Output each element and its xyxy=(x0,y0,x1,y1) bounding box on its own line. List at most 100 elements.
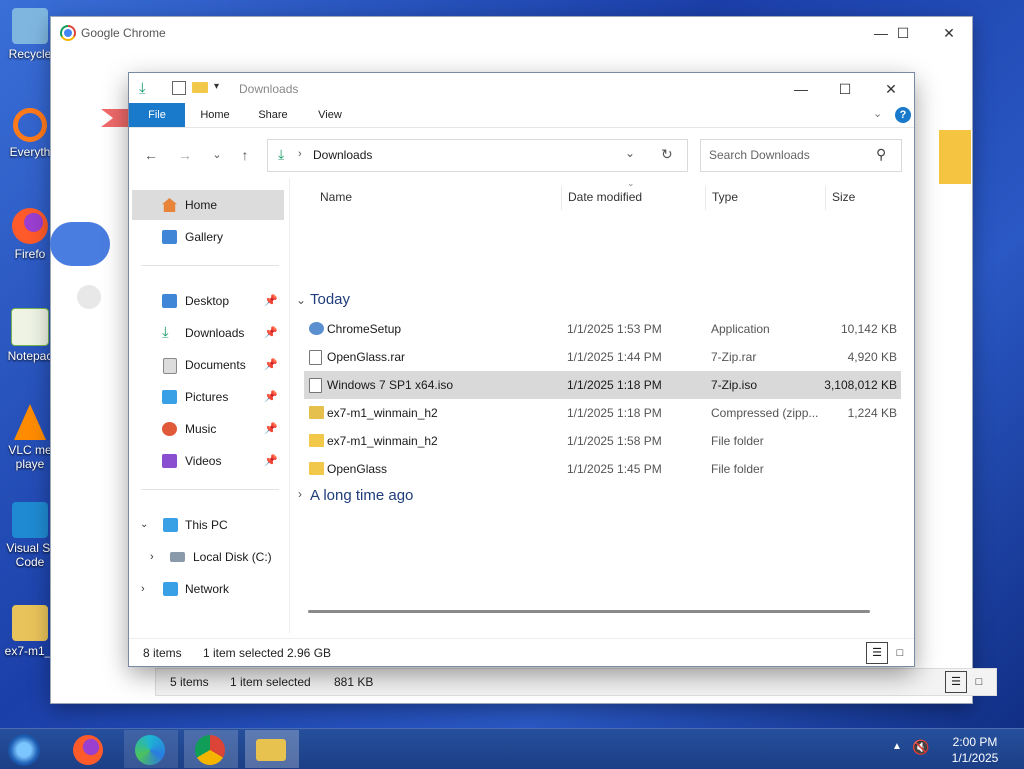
chrome-details-view-button[interactable]: ☰ xyxy=(945,671,967,693)
start-button[interactable] xyxy=(0,730,54,768)
this-pc-icon xyxy=(163,518,178,532)
nav-item-videos[interactable]: Videos 📌 xyxy=(132,446,284,476)
nav-item-downloads[interactable]: ⤓ Downloads 📌 xyxy=(132,318,284,348)
explorer-minimize-button[interactable]: — xyxy=(781,77,821,101)
new-folder-icon[interactable] xyxy=(192,82,208,93)
explorer-close-button[interactable]: ✕ xyxy=(871,77,911,101)
file-row-selected[interactable]: Windows 7 SP1 x64.iso 1/1/2025 1:18 PM 7… xyxy=(304,371,901,399)
back-button[interactable]: ← xyxy=(141,146,161,166)
address-bar[interactable]: ⤓ › Downloads ⌄ ↻ xyxy=(267,139,688,172)
nav-item-desktop[interactable]: Desktop 📌 xyxy=(132,286,284,316)
download-arrow-icon[interactable]: ⤓ xyxy=(139,80,146,97)
tab-view[interactable]: View xyxy=(306,103,354,127)
column-header-size[interactable]: Size xyxy=(832,190,855,204)
tab-share[interactable]: Share xyxy=(249,103,297,127)
tab-file[interactable]: File xyxy=(129,103,185,127)
breadcrumb-downloads[interactable]: Downloads xyxy=(313,148,372,162)
tiles-view-button[interactable]: □ xyxy=(889,642,911,664)
chrome-close-button[interactable]: ✕ xyxy=(929,21,969,45)
nav-item-pictures[interactable]: Pictures 📌 xyxy=(132,382,284,412)
taskbar-edge[interactable] xyxy=(124,730,178,768)
column-header-name[interactable]: Name xyxy=(320,190,352,204)
group-expand-icon[interactable]: › xyxy=(298,487,302,501)
horizontal-scrollbar[interactable] xyxy=(308,610,870,613)
up-button[interactable]: ↑ xyxy=(235,146,255,166)
help-icon[interactable]: ? xyxy=(895,107,911,123)
column-separator xyxy=(825,186,826,210)
file-row[interactable]: ex7-m1_winmain_h2 1/1/2025 1:58 PM File … xyxy=(304,427,901,455)
nav-item-gallery[interactable]: Gallery xyxy=(132,222,284,252)
chrome-maximize-button[interactable]: ☐ xyxy=(883,21,923,45)
vscode-icon xyxy=(12,502,48,538)
music-icon xyxy=(162,422,177,436)
forward-button[interactable]: → xyxy=(175,146,195,166)
pictures-icon xyxy=(162,390,177,404)
column-header-date[interactable]: Date modified xyxy=(568,190,642,204)
videos-icon xyxy=(162,454,177,468)
volume-muted-icon[interactable]: 🔇 xyxy=(912,739,929,756)
pin-icon[interactable]: 📌 xyxy=(264,318,278,348)
chrome-page-decoration xyxy=(50,222,110,266)
pin-icon[interactable]: 📌 xyxy=(264,382,278,412)
documents-icon xyxy=(163,358,177,374)
details-view-button[interactable]: ☰ xyxy=(866,642,888,664)
taskbar-file-explorer[interactable] xyxy=(245,730,299,768)
pin-icon[interactable]: 📌 xyxy=(264,446,278,476)
drive-icon xyxy=(170,552,185,562)
group-header-long-ago[interactable]: A long time ago xyxy=(310,487,413,504)
clock-time: 2:00 PM xyxy=(952,735,998,749)
navigation-pane: Home Gallery Desktop 📌 ⤓ Downloads 📌 Doc… xyxy=(129,178,290,633)
refresh-icon[interactable]: ↻ xyxy=(661,146,673,163)
clock-date: 1/1/2025 xyxy=(951,751,999,765)
expand-chevron-down-icon[interactable]: ⌄ xyxy=(140,510,148,540)
nav-separator xyxy=(141,489,279,490)
nav-item-network[interactable]: › Network xyxy=(132,574,284,604)
gallery-icon xyxy=(162,230,177,244)
taskbar-firefox[interactable] xyxy=(62,730,116,768)
tab-home[interactable]: Home xyxy=(191,103,239,127)
search-box[interactable]: Search Downloads ⚲ xyxy=(700,139,902,172)
expand-chevron-right-icon[interactable]: › xyxy=(141,574,145,604)
file-row[interactable]: ex7-m1_winmain_h2 1/1/2025 1:18 PM Compr… xyxy=(304,399,901,427)
show-hidden-icons-chevron[interactable]: ▲ xyxy=(892,741,902,752)
chrome-status-bar: 5 items 1 item selected 881 KB ☰ □ xyxy=(155,668,997,696)
quick-access-chevron-icon[interactable]: ▾ xyxy=(214,81,219,92)
group-collapse-icon[interactable]: ⌄ xyxy=(296,293,306,307)
nav-item-local-disk[interactable]: › Local Disk (C:) xyxy=(132,542,284,572)
file-row[interactable]: OpenGlass.rar 1/1/2025 1:44 PM 7-Zip.rar… xyxy=(304,343,901,371)
column-separator xyxy=(561,186,562,210)
nav-item-music[interactable]: Music 📌 xyxy=(132,414,284,444)
pin-icon[interactable]: 📌 xyxy=(264,350,278,380)
nav-item-documents[interactable]: Documents 📌 xyxy=(132,350,284,380)
address-dropdown-icon[interactable]: ⌄ xyxy=(625,146,635,160)
expand-chevron-right-icon[interactable]: › xyxy=(150,542,154,572)
explorer-maximize-button[interactable]: ☐ xyxy=(825,77,865,101)
downloads-icon: ⤓ xyxy=(162,324,169,341)
pin-icon[interactable]: 📌 xyxy=(264,286,278,316)
nav-item-this-pc[interactable]: ⌄ This PC xyxy=(132,510,284,540)
recycle-bin-icon xyxy=(12,8,48,44)
column-header-type[interactable]: Type xyxy=(712,190,738,204)
notepad-icon xyxy=(11,308,49,346)
search-input[interactable]: Search Downloads xyxy=(709,148,810,162)
recent-locations-chevron-icon[interactable]: ⌄ xyxy=(207,146,227,166)
taskbar-chrome[interactable] xyxy=(184,730,238,768)
file-row[interactable]: ChromeSetup 1/1/2025 1:53 PM Application… xyxy=(304,315,901,343)
everything-search-icon xyxy=(13,108,47,142)
chrome-tiles-view-button[interactable]: □ xyxy=(968,671,990,693)
ribbon-tabs: File Home Share View ⌄ ? xyxy=(129,103,914,128)
group-header-today[interactable]: Today xyxy=(310,291,350,308)
explorer-titlebar: ⤓ ▾ Downloads — ☐ ✕ xyxy=(129,73,914,103)
nav-item-home[interactable]: Home xyxy=(132,190,284,220)
ribbon-expand-chevron-icon[interactable]: ⌄ xyxy=(873,107,882,120)
taskbar: ▲ 🔇 2:00 PM 1/1/2025 xyxy=(0,728,1024,769)
search-icon: ⚲ xyxy=(876,146,887,162)
file-row[interactable]: OpenGlass 1/1/2025 1:45 PM File folder xyxy=(304,455,901,483)
desktop-icon xyxy=(162,294,177,308)
network-icon xyxy=(163,582,178,596)
chrome-logo-icon xyxy=(60,25,76,41)
pin-icon[interactable]: 📌 xyxy=(264,414,278,444)
chrome-window-title: Google Chrome xyxy=(81,26,166,40)
properties-checkbox-icon[interactable] xyxy=(172,81,186,95)
taskbar-clock[interactable]: 2:00 PM 1/1/2025 xyxy=(940,734,1010,766)
